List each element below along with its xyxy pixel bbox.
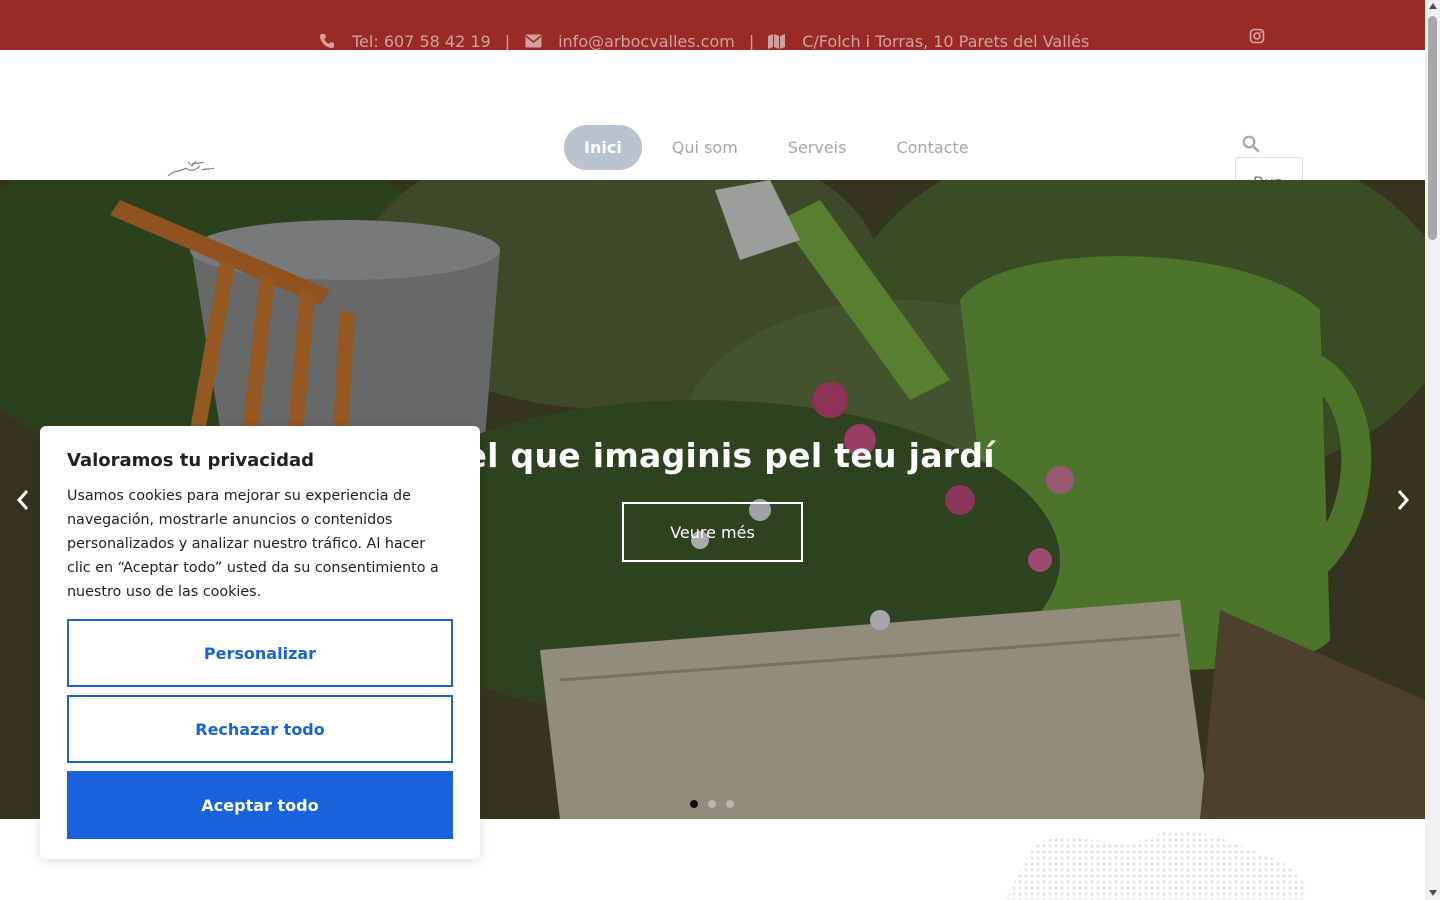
contact-info: Tel: 607 58 42 19 | info@arbocvalles.com… — [318, 30, 1089, 52]
scrollbar-thumb[interactable] — [1428, 16, 1437, 240]
separator: | — [748, 31, 755, 51]
site-header: Inici Qui som Serveis Contacte — [0, 50, 1425, 197]
customize-button[interactable]: Personalizar — [67, 619, 453, 687]
nav-item-serveis[interactable]: Serveis — [768, 125, 867, 170]
slider-next-button[interactable] — [1388, 485, 1418, 515]
phone-link[interactable]: Tel: 607 58 42 19 — [352, 32, 491, 51]
cookie-consent-dialog: Valoramos tu privacidad Usamos cookies p… — [40, 426, 480, 859]
separator: | — [504, 31, 511, 51]
email-link[interactable]: info@arbocvalles.com — [558, 32, 735, 51]
logo[interactable] — [166, 160, 218, 180]
top-contact-bar: Tel: 607 58 42 19 | info@arbocvalles.com… — [0, 0, 1425, 52]
chevron-right-icon — [1397, 490, 1410, 510]
main-nav: Inici Qui som Serveis Contacte — [564, 125, 999, 170]
slider-dot[interactable] — [726, 800, 734, 808]
phone-icon — [318, 33, 336, 49]
page: Tel: 607 58 42 19 | info@arbocvalles.com… — [0, 0, 1440, 900]
cookie-description: Usamos cookies para mejorar su experienc… — [67, 488, 439, 600]
slider-prev-button[interactable] — [8, 485, 38, 515]
envelope-icon — [524, 33, 542, 49]
address-text: C/Folch i Torras, 10 Parets del Vallés — [802, 31, 1090, 51]
slider-dot[interactable] — [708, 800, 716, 808]
map-icon — [768, 33, 786, 49]
scroll-up-arrow-icon[interactable] — [1428, 3, 1437, 9]
slider-pagination — [690, 800, 734, 808]
nav-item-inici[interactable]: Inici — [564, 125, 642, 170]
scroll-down-arrow-icon[interactable] — [1428, 890, 1437, 896]
slider-dot[interactable] — [690, 800, 698, 808]
reject-all-button[interactable]: Rechazar todo — [67, 695, 453, 763]
dotted-map-decoration — [1005, 830, 1308, 900]
page-scrollbar[interactable] — [1425, 0, 1440, 900]
search-icon[interactable] — [1242, 135, 1260, 153]
instagram-icon[interactable] — [1249, 28, 1265, 44]
cookie-title: Valoramos tu privacidad — [67, 450, 315, 471]
accept-all-button[interactable]: Aceptar todo — [67, 771, 453, 839]
nav-item-contacte[interactable]: Contacte — [876, 125, 988, 170]
hero-cta-button[interactable]: Veure més — [622, 502, 803, 562]
nav-item-qui-som[interactable]: Qui som — [652, 125, 758, 170]
chevron-left-icon — [16, 490, 29, 510]
